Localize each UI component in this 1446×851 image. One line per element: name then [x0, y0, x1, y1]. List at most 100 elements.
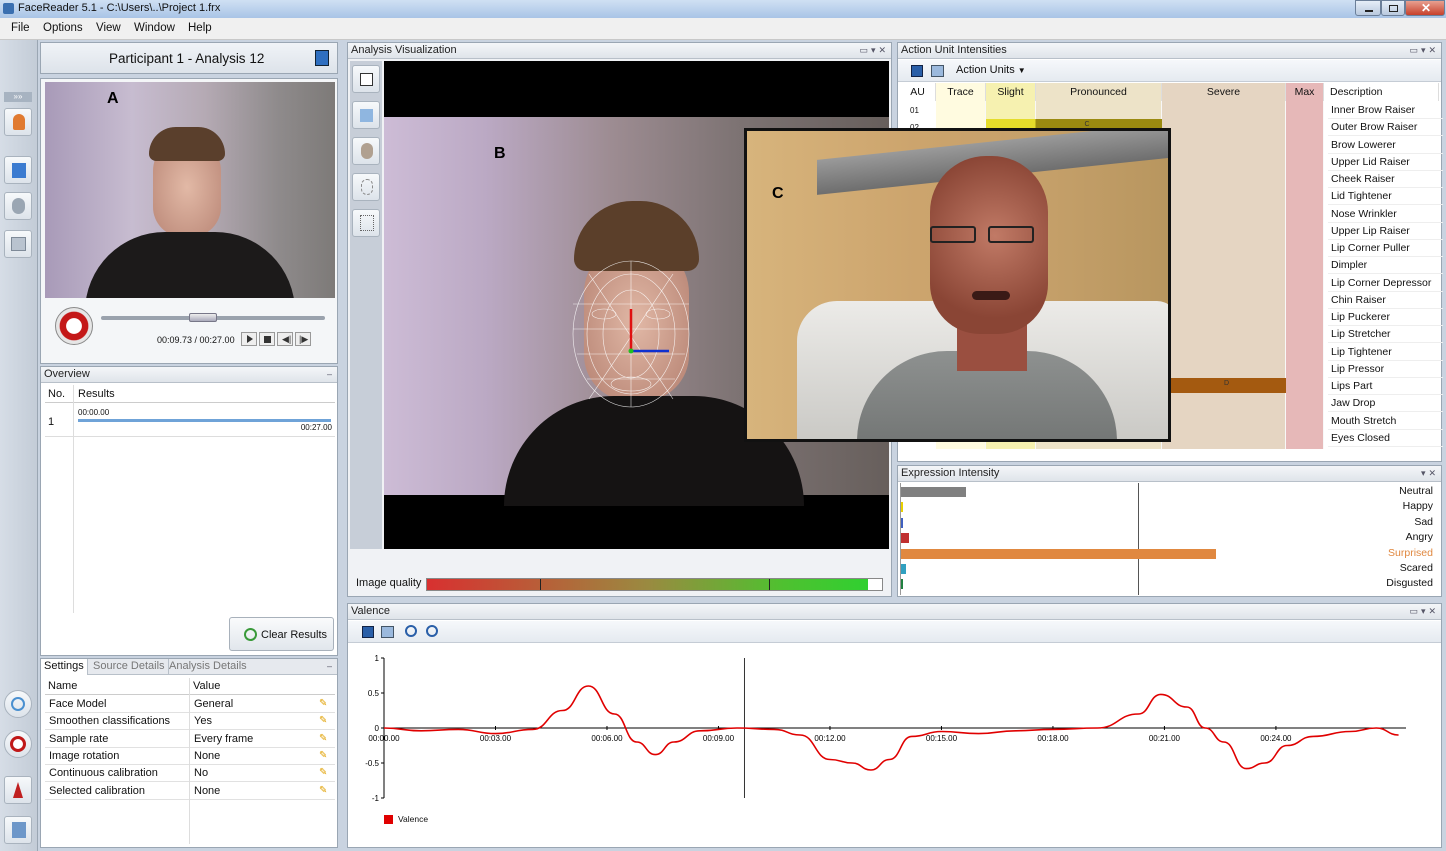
tab-source-details[interactable]: Source Details — [90, 659, 169, 675]
settings-row[interactable]: Continuous calibration No ✎ — [45, 765, 335, 783]
y-tick-label: -1 — [372, 794, 380, 803]
collapse-icon[interactable]: – — [327, 369, 335, 379]
action-units-dropdown[interactable]: Action Units ▼ — [956, 64, 1026, 76]
seek-thumb[interactable] — [189, 313, 218, 322]
participant-video: A — [45, 82, 335, 298]
step-back-button[interactable]: ◀| — [277, 332, 293, 346]
marker-icon[interactable] — [4, 776, 32, 804]
valence-panel: Valence ▭▾✕ 1 0.5 0 -0.5 -1 00:00.00 00:03.00 00… — [347, 603, 1442, 848]
stop-icon — [264, 336, 271, 343]
au-intensity-bar: D — [1162, 378, 1286, 393]
settings-row-name: Face Model — [49, 698, 107, 710]
clear-results-button[interactable]: Clear Results — [229, 617, 334, 651]
settings-row[interactable]: Smoothen classifications Yes ✎ — [45, 713, 335, 731]
close-button[interactable]: ✕ — [1405, 0, 1445, 16]
menu-window[interactable]: Window — [134, 22, 175, 34]
menu-view[interactable]: View — [96, 22, 121, 34]
analysis-window-buttons[interactable]: ▭▾✕ — [859, 45, 889, 56]
tab-settings[interactable]: Settings — [41, 659, 88, 675]
video-seek-slider[interactable] — [101, 313, 325, 322]
settings-col-name: Name — [48, 680, 78, 692]
image-icon[interactable] — [4, 230, 32, 258]
au-col-header[interactable]: Pronounced — [1036, 83, 1162, 101]
participant-icon[interactable] — [4, 108, 32, 136]
menu-help[interactable]: Help — [188, 22, 212, 34]
zoom-in-icon[interactable] — [405, 625, 417, 637]
au-description: Lip Corner Depressor — [1328, 275, 1443, 292]
save-icon[interactable] — [911, 65, 923, 77]
valence-legend-swatch — [384, 815, 393, 824]
settings-rows: Face Model General ✎ Smoothen classificatio… — [45, 696, 335, 846]
settings-header-row: Name Value — [45, 678, 335, 695]
action-units-dropdown-label: Action Units — [956, 64, 1015, 76]
step-forward-button[interactable]: |▶ — [295, 332, 311, 346]
au-col-header[interactable]: Slight — [986, 83, 1036, 101]
au-col-header[interactable]: Trace — [936, 83, 986, 101]
menu-options[interactable]: Options — [43, 22, 83, 34]
film-strip-icon[interactable] — [315, 50, 329, 66]
au-intensity-column — [1286, 101, 1324, 449]
edit-pencil-icon[interactable]: ✎ — [319, 698, 329, 709]
au-col-header[interactable]: Max — [1286, 83, 1324, 101]
video-panel: A 00:09.73 / 00:27.00 ◀| |▶ — [40, 78, 338, 364]
au-window-buttons[interactable]: ▭▾✕ — [1409, 45, 1439, 56]
au-col-header[interactable]: Description — [1324, 83, 1439, 101]
face-grid-icon[interactable] — [352, 209, 380, 237]
expand-toolbar-icon[interactable]: »» — [4, 92, 32, 102]
expression-bar — [901, 533, 909, 544]
face-points-icon[interactable] — [352, 173, 380, 201]
edit-pencil-icon[interactable]: ✎ — [319, 715, 329, 726]
settings-row[interactable]: Face Model General ✎ — [45, 696, 335, 713]
au-description: Upper Lid Raiser — [1328, 154, 1443, 171]
au-description: Dimpler — [1328, 257, 1443, 275]
settings-row[interactable]: Image rotation None ✎ — [45, 748, 335, 765]
record-button[interactable] — [55, 307, 93, 345]
expression-panel: Expression Intensity ▾✕ Neutral Happy Sad An… — [897, 465, 1442, 597]
expression-window-buttons[interactable]: ▾✕ — [1421, 468, 1439, 479]
au-description: Inner Brow Raiser — [1328, 102, 1443, 119]
tab-analysis-details[interactable]: Analysis Details — [166, 659, 250, 675]
film-icon[interactable] — [4, 156, 32, 184]
stop-button[interactable] — [259, 332, 275, 346]
overview-row[interactable]: 1 00:00.00 00:27.00 — [45, 405, 335, 437]
edit-pencil-icon[interactable]: ✎ — [319, 767, 329, 778]
valence-title: Valence — [351, 605, 390, 617]
settings-collapse-icon[interactable]: – — [327, 661, 335, 671]
face-mesh-icon[interactable] — [352, 137, 380, 165]
face-model-icon[interactable] — [4, 192, 32, 220]
au-number: 01 — [910, 106, 919, 115]
y-tick-label: 1 — [375, 654, 380, 663]
edit-pencil-icon[interactable]: ✎ — [319, 785, 329, 796]
au-col-header[interactable]: Severe — [1162, 83, 1286, 101]
settings-row[interactable]: Selected calibration None ✎ — [45, 783, 335, 800]
minimize-button[interactable] — [1355, 0, 1381, 16]
edit-pencil-icon[interactable]: ✎ — [319, 733, 329, 744]
expression-label: Disgusted — [1386, 577, 1433, 590]
x-tick-label: 00:24.00 — [1260, 734, 1292, 743]
copy-icon[interactable] — [381, 626, 394, 638]
edit-pencil-icon[interactable]: ✎ — [319, 750, 329, 761]
expression-bar — [901, 502, 903, 513]
avatar-overlay: C — [744, 128, 1171, 442]
x-tick-label: 00:06.00 — [591, 734, 623, 743]
au-description: Lips Part — [1328, 378, 1443, 395]
record-icon[interactable] — [4, 730, 32, 758]
zoom-out-icon[interactable] — [426, 625, 438, 637]
copy-icon[interactable] — [931, 65, 944, 77]
hair-shape — [149, 127, 225, 161]
face-box-icon[interactable] — [352, 101, 380, 129]
frame-view-icon[interactable] — [352, 65, 380, 93]
report-icon[interactable] — [4, 816, 32, 844]
maximize-button[interactable] — [1381, 0, 1405, 16]
menu-file[interactable]: File — [11, 22, 30, 34]
expression-label: Scared — [1399, 562, 1433, 574]
valence-window-buttons[interactable]: ▭▾✕ — [1409, 606, 1439, 617]
settings-col-divider — [189, 678, 190, 844]
sync-icon[interactable] — [4, 690, 32, 718]
settings-row[interactable]: Sample rate Every frame ✎ — [45, 731, 335, 748]
participant-header: Participant 1 - Analysis 12 — [40, 42, 338, 74]
play-button[interactable] — [241, 332, 257, 346]
au-col-header[interactable]: AU — [900, 83, 936, 101]
overview-row-start: 00:00.00 — [78, 408, 110, 417]
save-icon[interactable] — [362, 626, 374, 638]
